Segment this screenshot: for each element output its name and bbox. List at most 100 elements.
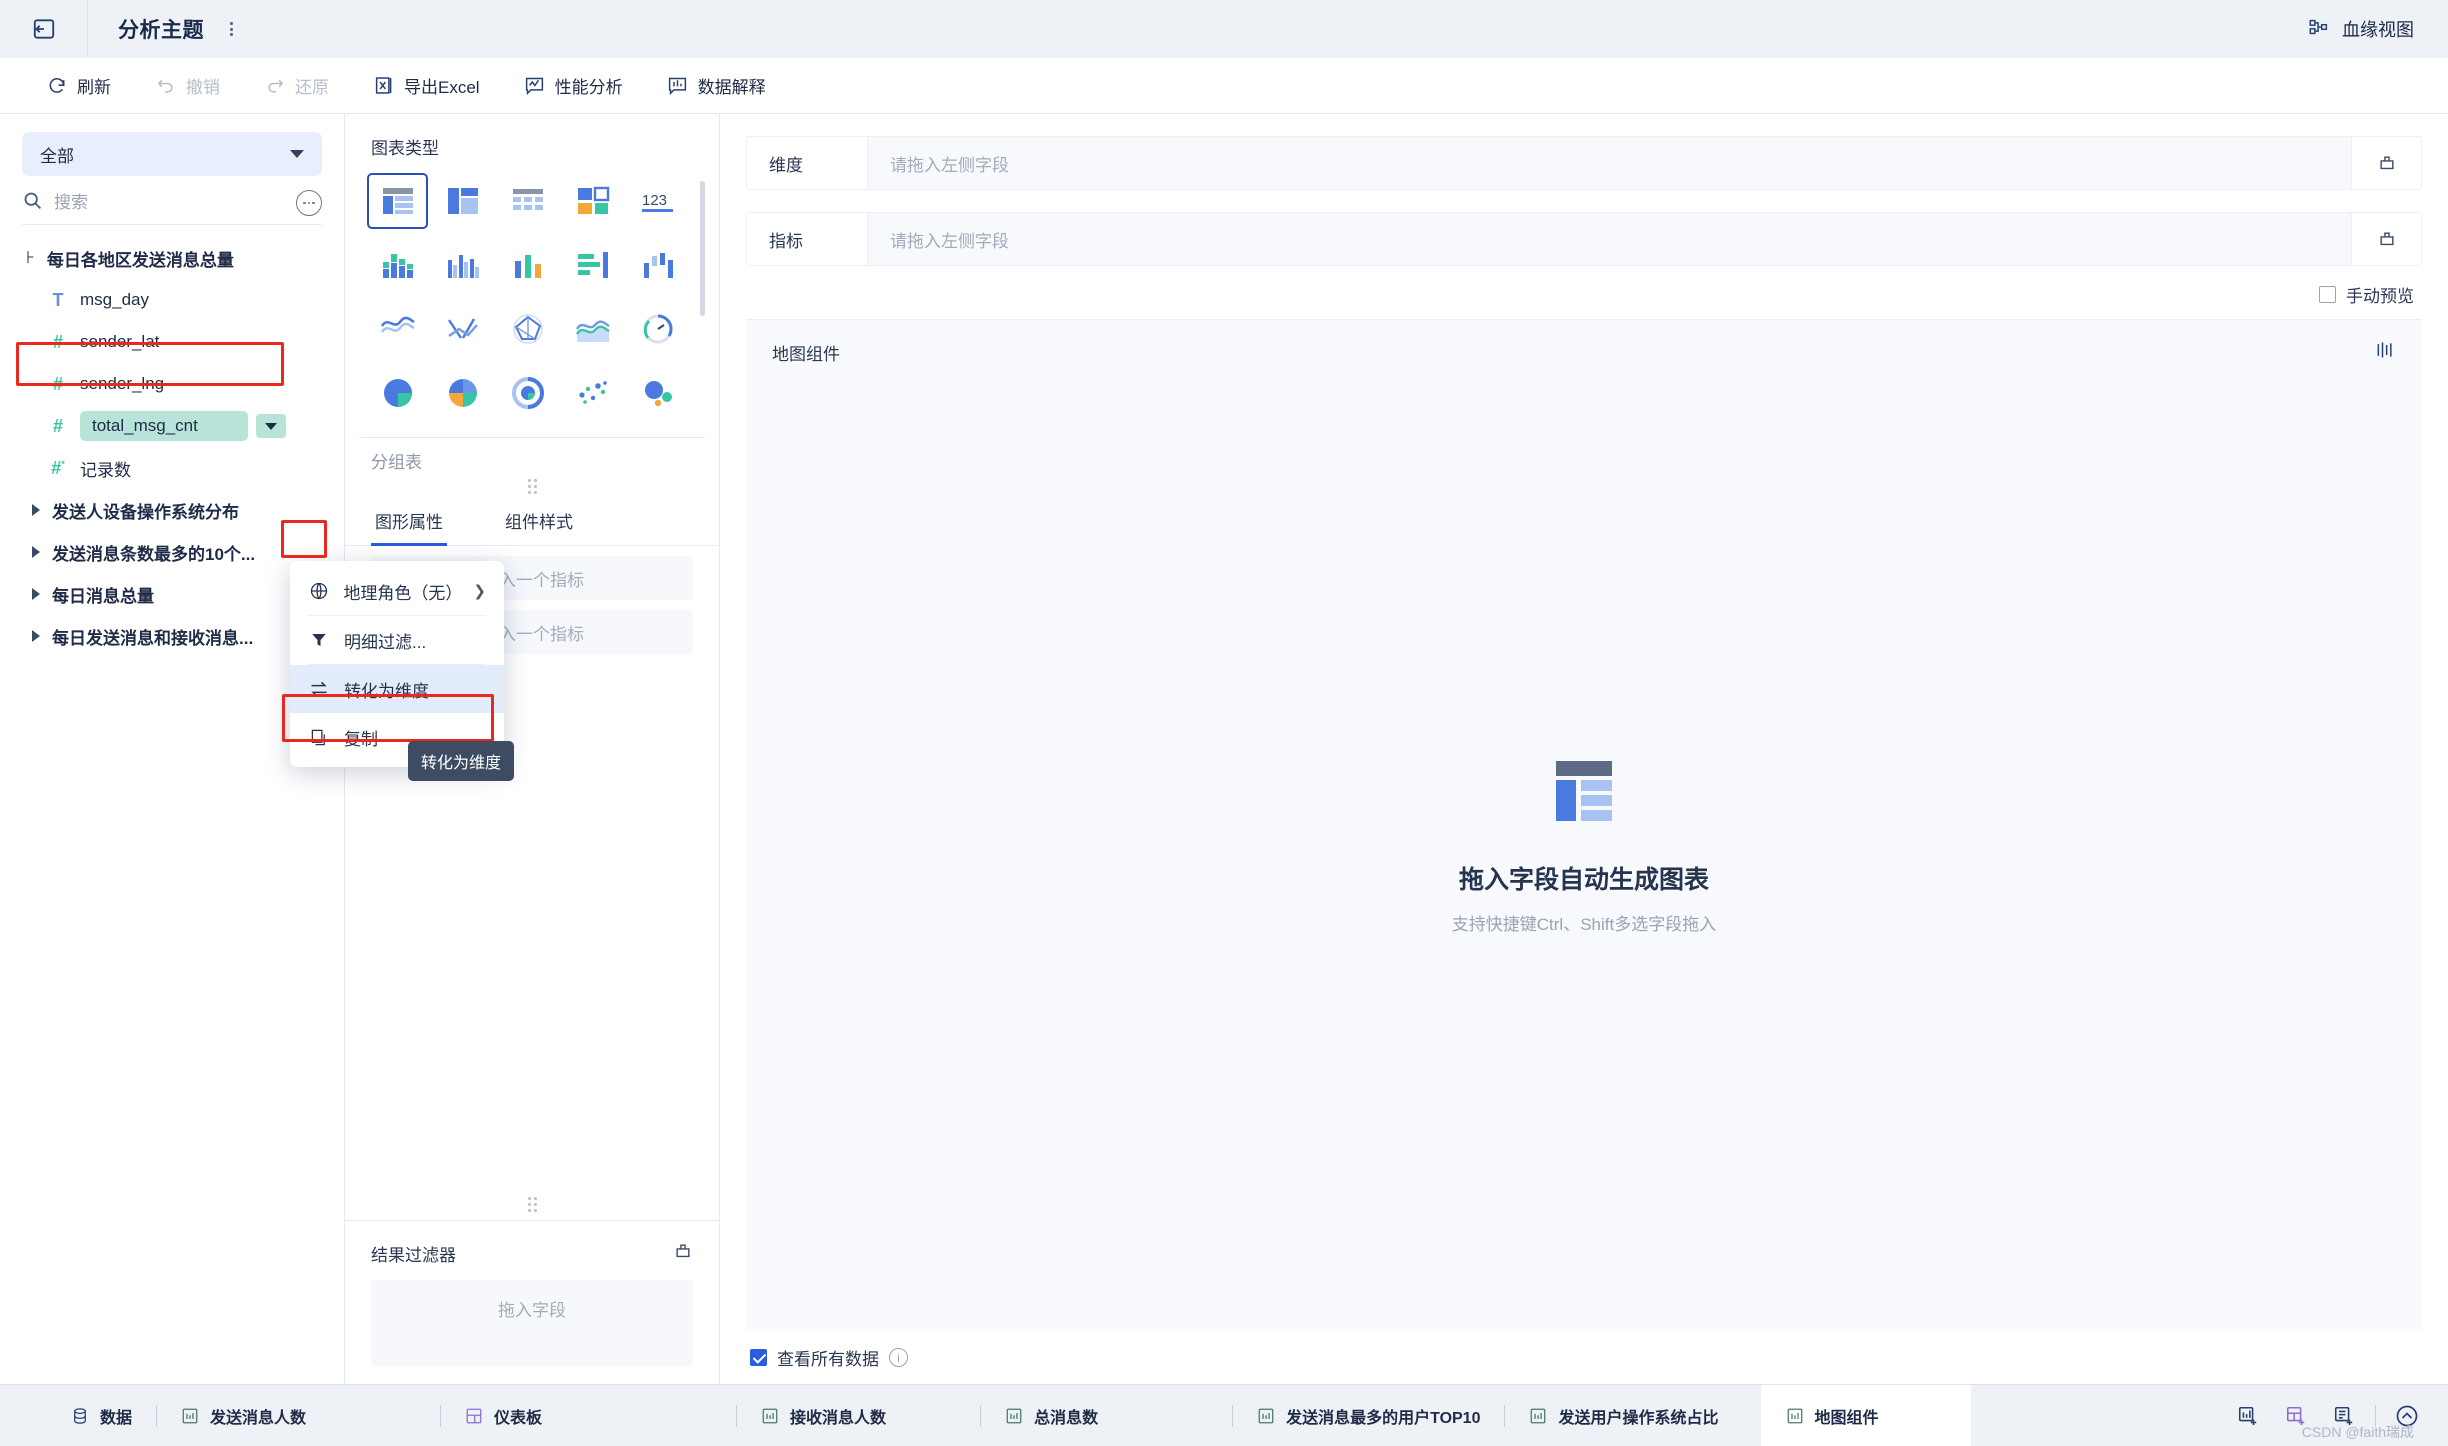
bottom-tab-data[interactable]: 数据 [0, 1385, 156, 1446]
bottom-tab-os-share[interactable]: 发送用户操作系统占比 [1504, 1385, 1742, 1446]
bottom-tab-total-msg[interactable]: 总消息数 [980, 1385, 1122, 1446]
chart-type-donut-chart[interactable] [497, 365, 558, 421]
field-context-menu: 地理角色（无） ❯ 明细过滤... 转化为维度 复制 [290, 561, 504, 767]
bottom-tab-label: 发送消息最多的用户TOP10 [1286, 1409, 1481, 1427]
chart-type-stacked-column[interactable] [367, 237, 428, 293]
shelf-measure-dropzone[interactable]: 请拖入左侧字段 [867, 213, 2351, 265]
chart-type-detail-table[interactable] [497, 173, 558, 229]
tree-field-total-msg-cnt[interactable]: # total_msg_cnt [22, 405, 322, 447]
excel-export-icon [373, 75, 395, 97]
add-chart-icon[interactable] [2231, 1399, 2265, 1433]
tree-group-top10[interactable]: 发送消息条数最多的10个... [22, 531, 322, 573]
tree-subject-row[interactable]: ⊦ 每日各地区发送消息总量 [22, 237, 322, 279]
tree-field-record-count[interactable]: #* 记录数 [22, 447, 322, 489]
chart-type-waterfall-chart[interactable] [628, 237, 689, 293]
main-area: 维度 请拖入左侧字段 指标 请拖入左侧字段 手动预览 地图组件 拖入字段自动生成… [720, 114, 2448, 1384]
shelf-measure-clear-icon[interactable] [2351, 213, 2421, 265]
panel-resize-grip-1[interactable] [345, 473, 719, 496]
tree-group-daily-total[interactable]: 每日消息总量 [22, 573, 322, 615]
data-explain-button[interactable]: 数据解释 [645, 66, 788, 106]
bottom-tab-dashboard[interactable]: 仪表板 [440, 1385, 566, 1446]
chart-settings-icon[interactable] [2374, 340, 2396, 365]
chart-type-cross-table[interactable] [432, 173, 493, 229]
shelf-dimension-dropzone[interactable]: 请拖入左侧字段 [867, 137, 2351, 189]
chart-type-gauge-chart[interactable] [628, 301, 689, 357]
lineage-view-button[interactable]: 血缘视图 [2308, 16, 2414, 43]
manual-preview-checkbox[interactable] [2319, 286, 2336, 303]
config-tabs: 图形属性 组件样式 [345, 496, 719, 546]
filter-icon [308, 631, 330, 649]
performance-analysis-button[interactable]: 性能分析 [502, 66, 645, 106]
more-vertical-icon[interactable] [230, 20, 233, 39]
svg-text:123: 123 [642, 192, 667, 209]
bottom-tab-top10-users[interactable]: 发送消息最多的用户TOP10 [1232, 1385, 1504, 1446]
chart-type-line-chart[interactable] [367, 301, 428, 357]
chart-type-area-chart[interactable] [563, 301, 624, 357]
redo-label: 还原 [295, 78, 329, 97]
chart-type-line-marker[interactable] [432, 301, 493, 357]
ctx-convert-label: 转化为维度 [344, 681, 429, 701]
shelf-measure-label: 指标 [747, 213, 867, 265]
tab-component-style[interactable]: 组件样式 [501, 496, 577, 545]
chart-type-bubble-chart[interactable] [628, 365, 689, 421]
chart-type-grouped-column[interactable] [432, 237, 493, 293]
chart-type-indicator-card[interactable] [563, 173, 624, 229]
tree-field-sender-lng[interactable]: # sender_lng [22, 363, 322, 405]
ctx-geo-role[interactable]: 地理角色（无） ❯ [290, 567, 504, 615]
field-menu-caret-icon[interactable] [256, 414, 286, 438]
result-filter-dropzone[interactable]: 拖入字段 [371, 1280, 693, 1366]
chevron-right-icon [32, 630, 40, 642]
chart-type-number[interactable]: 123 [628, 173, 689, 229]
page-title: 分析主题 [118, 19, 204, 42]
panel-resize-grip-2[interactable] [345, 1191, 719, 1220]
dashboard-icon [464, 1406, 484, 1426]
chart-type-column-chart[interactable] [497, 237, 558, 293]
info-icon[interactable]: i [889, 1348, 908, 1367]
chart-type-rose-chart[interactable] [432, 365, 493, 421]
refresh-button[interactable]: 刷新 [24, 66, 133, 106]
search-input[interactable] [54, 193, 286, 213]
chart-icon [760, 1406, 780, 1426]
canvas-empty-title: 拖入字段自动生成图表 [1458, 866, 1709, 894]
dataset-selector[interactable]: 全部 [22, 132, 322, 176]
chart-type-pie-chart[interactable] [367, 365, 428, 421]
search-row [22, 190, 322, 225]
collapse-panel-icon[interactable] [0, 0, 88, 58]
chart-icon [1004, 1406, 1024, 1426]
chart-type-group-table[interactable] [367, 173, 429, 229]
toolbar: 刷新 撤销 还原 导出Excel 性能分析 数据解释 [0, 58, 2448, 114]
result-filter-title: 结果过滤器 [371, 1246, 456, 1265]
selected-field-chip[interactable]: total_msg_cnt [80, 411, 248, 441]
chart-icon [1256, 1406, 1276, 1426]
chart-grid-scrollbar[interactable] [700, 181, 705, 316]
tab-graph-properties[interactable]: 图形属性 [371, 496, 447, 546]
redo-button[interactable]: 还原 [242, 66, 351, 106]
tree-group-os-distribution[interactable]: 发送人设备操作系统分布 [22, 489, 322, 531]
shelf-dimension-label: 维度 [747, 137, 867, 189]
undo-button[interactable]: 撤销 [133, 66, 242, 106]
data-explain-label: 数据解释 [697, 78, 766, 97]
tree-field-sender-lat[interactable]: # sender_lat [22, 321, 322, 363]
canvas-title: 地图组件 [772, 345, 840, 364]
clear-icon[interactable] [673, 1241, 693, 1266]
more-options-icon[interactable] [296, 190, 322, 216]
tree-group-daily-send-recv[interactable]: 每日发送消息和接收消息... [22, 615, 322, 657]
bottom-tab-recv-msg-users[interactable]: 接收消息人数 [736, 1385, 910, 1446]
chart-type-title: 图表类型 [371, 139, 439, 158]
shelf-dimension-clear-icon[interactable] [2351, 137, 2421, 189]
text-field-icon: T [52, 289, 64, 310]
ctx-convert-to-dimension[interactable]: 转化为维度 [290, 665, 504, 713]
bottom-tab-send-msg-users[interactable]: 发送消息人数 [156, 1385, 330, 1446]
tree-field-msg-day[interactable]: T msg_day [22, 279, 322, 321]
chart-type-radar-chart[interactable] [497, 301, 558, 357]
ctx-detail-filter[interactable]: 明细过滤... [290, 616, 504, 664]
view-all-data-checkbox[interactable] [750, 1349, 767, 1366]
chevron-right-icon [32, 504, 40, 516]
bottom-tab-map-component[interactable]: 地图组件 [1760, 1384, 1971, 1446]
chart-type-bar-chart[interactable] [563, 237, 624, 293]
export-excel-button[interactable]: 导出Excel [351, 66, 502, 106]
chart-type-scatter-chart[interactable] [563, 365, 624, 421]
view-all-data-row: 查看所有数据 i [720, 1329, 2448, 1384]
body: 全部 ⊦ 每日各地区发送消息总量 T msg [0, 114, 2448, 1384]
shelf-measure-placeholder: 请拖入左侧字段 [890, 231, 1009, 251]
